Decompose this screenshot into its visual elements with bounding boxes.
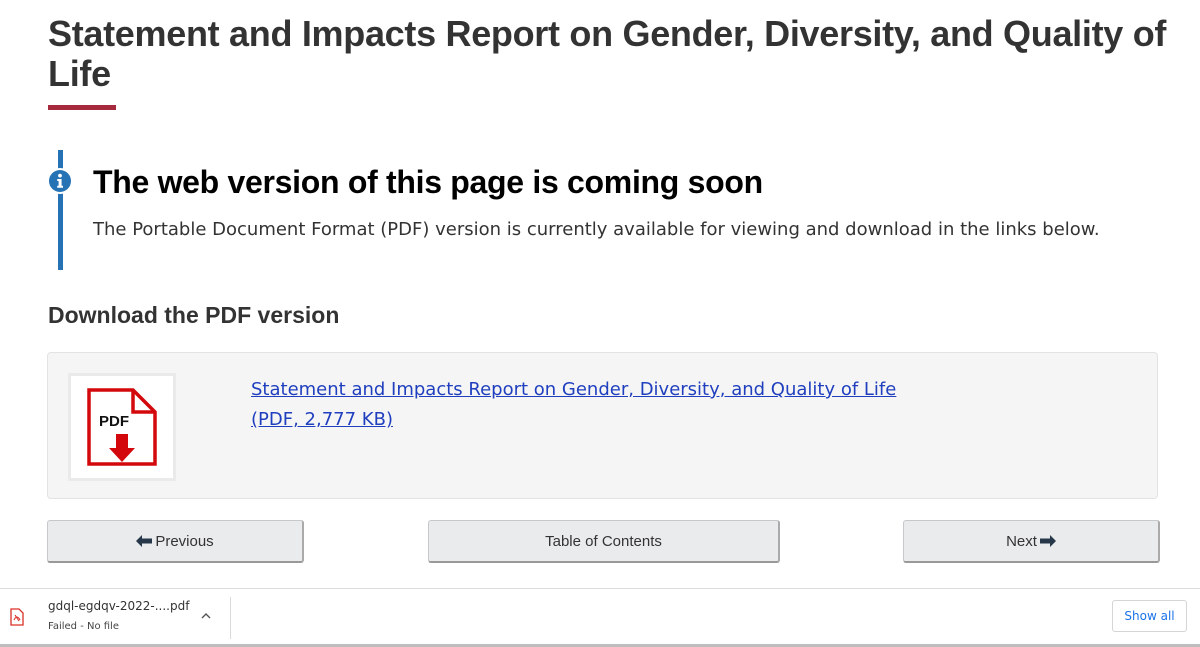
previous-button[interactable]: Previous xyxy=(47,520,304,563)
chevron-up-icon[interactable] xyxy=(199,609,213,623)
arrow-right-icon xyxy=(1039,535,1056,547)
title-underline xyxy=(48,105,116,110)
download-status: Failed - No file xyxy=(48,621,119,632)
browser-download-bar: gdql-egdqv-2022-....pdf Failed - No file… xyxy=(0,588,1200,647)
download-divider xyxy=(230,597,231,639)
download-filename[interactable]: gdql-egdqv-2022-....pdf xyxy=(48,599,189,613)
previous-label: Previous xyxy=(155,532,214,550)
pdf-report-link[interactable]: Statement and Impacts Report on Gender, … xyxy=(251,379,896,400)
pdf-download-icon[interactable]: PDF xyxy=(68,373,176,481)
table-of-contents-button[interactable]: Table of Contents xyxy=(428,520,780,563)
arrow-left-icon xyxy=(136,535,153,547)
info-circle-icon xyxy=(47,168,73,194)
page: Statement and Impacts Report on Gender, … xyxy=(0,0,1200,647)
alert-heading: The web version of this page is coming s… xyxy=(93,164,763,200)
download-section-heading: Download the PDF version xyxy=(48,302,340,328)
pdf-thumbnail-label: PDF xyxy=(99,413,129,430)
pdf-link-block: Statement and Impacts Report on Gender, … xyxy=(251,375,896,435)
show-all-button[interactable]: Show all xyxy=(1112,600,1187,632)
pdf-size-link[interactable]: (PDF, 2,777 KB) xyxy=(251,405,896,435)
next-button[interactable]: Next xyxy=(903,520,1160,563)
page-title: Statement and Impacts Report on Gender, … xyxy=(48,13,1167,94)
pdf-download-card: PDF Statement and Impacts Report on Gend… xyxy=(47,352,1158,499)
alert-text: The Portable Document Format (PDF) versi… xyxy=(93,219,1100,240)
toc-label: Table of Contents xyxy=(545,532,662,550)
info-alert: The web version of this page is coming s… xyxy=(47,150,1158,270)
pdf-file-icon xyxy=(10,608,24,626)
next-label: Next xyxy=(1006,532,1037,550)
